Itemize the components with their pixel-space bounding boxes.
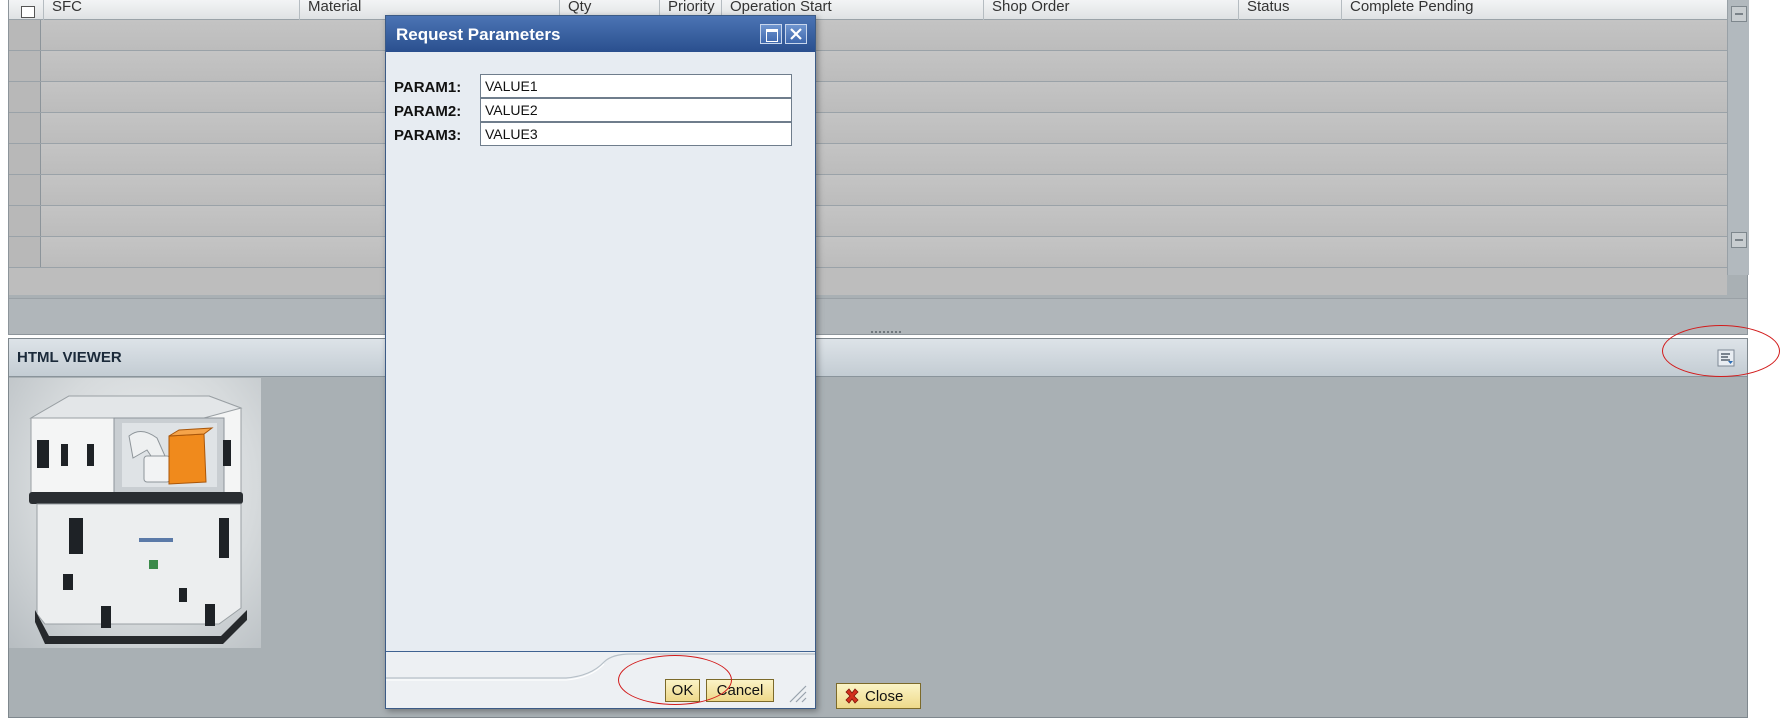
html-viewer-panel: HTML VIEWER xyxy=(8,338,1748,718)
list-settings-icon[interactable] xyxy=(1717,349,1735,367)
select-all-checkbox[interactable] xyxy=(21,6,35,18)
row-selector[interactable] xyxy=(9,206,41,236)
resize-grip-icon[interactable] xyxy=(786,682,810,704)
dialog-titlebar[interactable]: Request Parameters xyxy=(386,16,815,52)
param3-input[interactable] xyxy=(480,122,792,146)
table-row[interactable] xyxy=(9,113,1727,144)
param-row-2: PARAM2: xyxy=(394,98,804,122)
param3-label: PARAM3: xyxy=(394,127,462,144)
column-header-shop-order[interactable]: Shop Order xyxy=(983,0,1238,20)
row-selector[interactable] xyxy=(9,175,41,205)
close-button[interactable]: Close xyxy=(836,683,921,709)
dialog-footer: OK Cancel xyxy=(386,652,815,708)
machine-image xyxy=(9,378,261,648)
grid-header: SFC Material Qty Priority Operation Star… xyxy=(9,0,1727,20)
grid-body xyxy=(9,20,1727,295)
param-row-3: PARAM3: xyxy=(394,122,804,146)
viewer-titlebar: HTML VIEWER xyxy=(9,339,1747,377)
viewer-title: HTML VIEWER xyxy=(17,349,122,366)
param2-label: PARAM2: xyxy=(394,103,462,120)
grid-scrollbar[interactable] xyxy=(1727,0,1749,275)
param1-input[interactable] xyxy=(480,74,792,98)
param2-input[interactable] xyxy=(480,98,792,122)
param-row-1: PARAM1: xyxy=(394,74,804,98)
splitter-grip-icon[interactable] xyxy=(871,331,901,334)
table-row[interactable] xyxy=(9,20,1727,51)
column-header-sfc[interactable]: SFC xyxy=(43,0,299,20)
dialog-title: Request Parameters xyxy=(396,25,561,44)
table-row[interactable] xyxy=(9,237,1727,268)
cancel-button[interactable]: Cancel xyxy=(706,679,774,702)
row-selector[interactable] xyxy=(9,82,41,112)
scroll-down-button[interactable] xyxy=(1731,232,1747,248)
close-icon[interactable] xyxy=(785,24,807,44)
close-button-label: Close xyxy=(865,687,904,705)
row-selector[interactable] xyxy=(9,20,41,50)
maximize-icon[interactable] xyxy=(760,24,782,44)
row-selector[interactable] xyxy=(9,113,41,143)
scroll-up-button[interactable] xyxy=(1731,6,1747,22)
panel-splitter[interactable] xyxy=(9,298,1747,334)
column-header-complete-pending[interactable]: Complete Pending xyxy=(1341,0,1513,20)
row-selector[interactable] xyxy=(9,144,41,174)
request-parameters-dialog: Request Parameters PARAM1: PARAM2: PARAM… xyxy=(385,15,816,709)
table-row[interactable] xyxy=(9,51,1727,82)
red-x-icon xyxy=(845,688,859,704)
dialog-body: PARAM1: PARAM2: PARAM3: xyxy=(386,52,815,652)
column-header-status[interactable]: Status xyxy=(1238,0,1341,20)
table-row[interactable] xyxy=(9,82,1727,113)
row-selector[interactable] xyxy=(9,51,41,81)
ok-button[interactable]: OK xyxy=(665,679,700,702)
table-row[interactable] xyxy=(9,175,1727,206)
row-selector[interactable] xyxy=(9,237,41,267)
sfc-grid: SFC Material Qty Priority Operation Star… xyxy=(8,0,1749,335)
table-row[interactable] xyxy=(9,144,1727,175)
param1-label: PARAM1: xyxy=(394,79,462,96)
table-row[interactable] xyxy=(9,206,1727,237)
